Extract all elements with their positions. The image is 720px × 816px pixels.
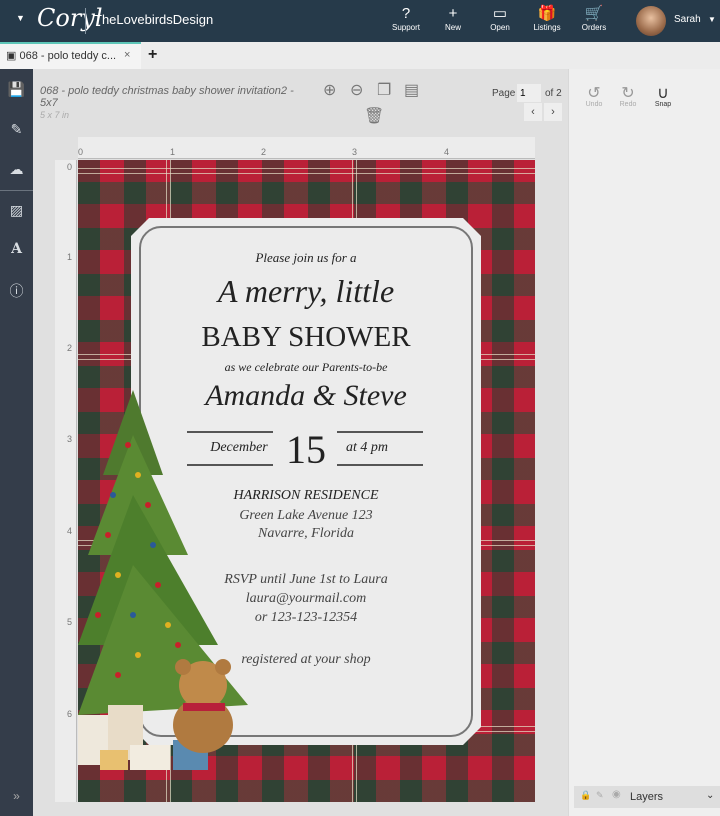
divider — [337, 464, 423, 466]
nav-label: Orders — [581, 23, 607, 32]
snap-label: Snap — [654, 101, 672, 108]
image-icon[interactable]: ▨ — [0, 202, 33, 219]
tab-label: 068 - polo teddy c... — [19, 50, 117, 62]
layers-label: Layers — [630, 791, 664, 803]
menu-dropdown-icon[interactable]: ▼ — [16, 13, 25, 23]
magnet-icon: ∪ — [657, 85, 669, 102]
ruler-label: 3 — [352, 147, 358, 157]
next-page-button[interactable]: › — [544, 103, 562, 121]
document-title: 068 - polo teddy christmas baby shower i… — [40, 85, 294, 109]
info-icon[interactable]: ⓘ — [0, 281, 33, 301]
script-title[interactable]: A merry, little — [131, 273, 481, 310]
trash-icon[interactable]: 🗑 — [364, 106, 384, 126]
new-file-icon: + — [448, 5, 458, 22]
gift-icon: 🎁 — [537, 5, 557, 22]
user-dropdown-icon[interactable]: ▼ — [708, 15, 716, 24]
top-bar: ▼ Coryl TheLovebirdsDesign ? Support + New… — [0, 0, 720, 42]
nav-label: Listings — [533, 23, 561, 32]
open-button[interactable]: ▭ Open — [480, 5, 520, 32]
date-day[interactable]: 15 — [271, 426, 341, 473]
page-label: Page — [492, 88, 516, 99]
ruler-label: 4 — [67, 526, 73, 536]
snap-button[interactable]: ∪ Snap — [648, 83, 678, 108]
ruler-label: 1 — [170, 147, 176, 157]
intro-text[interactable]: Please join us for a — [131, 250, 481, 266]
add-tab-button[interactable]: + — [148, 46, 157, 64]
page-count: of 2 — [545, 88, 562, 99]
user-name[interactable]: Sarah — [674, 14, 701, 25]
divider — [0, 190, 33, 191]
horizontal-ruler[interactable]: 0 1 2 3 4 — [78, 137, 535, 159]
question-circle-icon: ? — [401, 5, 411, 22]
shop-name: TheLovebirdsDesign — [94, 12, 214, 27]
logo[interactable]: Coryl — [37, 4, 103, 32]
subheading[interactable]: as we celebrate our Parents-to-be — [131, 360, 481, 375]
new-button[interactable]: + New — [433, 5, 473, 32]
tab-bar: ▣ 068 - polo teddy c... × + — [0, 42, 720, 69]
right-panel: ↺ Undo ↻ Redo ∪ Snap — [568, 69, 720, 816]
save-icon[interactable]: 💾 — [0, 81, 33, 98]
save-as-icon[interactable]: ✎ — [0, 121, 33, 138]
page-input[interactable] — [517, 84, 541, 102]
left-sidebar: 💾 ✎ ☁ ▨ A ⓘ » — [0, 69, 33, 816]
event-time[interactable]: at 4 pm — [337, 440, 397, 456]
image-file-icon: ▣ — [6, 50, 20, 62]
ruler-label: 5 — [67, 617, 73, 627]
prev-page-button[interactable]: ‹ — [524, 103, 542, 121]
ruler-label: 3 — [67, 434, 73, 444]
layers-panel-header[interactable]: 🔒 ✎ ◉ Layers ⌄ — [574, 786, 720, 808]
ruler-label: 2 — [67, 343, 73, 353]
nav-label: Support — [391, 23, 421, 32]
eye-icon[interactable]: ◉ — [612, 789, 621, 800]
ruler-label: 2 — [261, 147, 267, 157]
ruler-label: 4 — [444, 147, 450, 157]
divider — [337, 431, 423, 433]
christmas-tree-teddy-illustration[interactable] — [78, 385, 258, 802]
ruler-label: 6 — [67, 709, 73, 719]
zoom-out-icon[interactable]: ⊖ — [350, 80, 363, 100]
orders-button[interactable]: 🛒 Orders — [574, 5, 614, 32]
chevron-down-icon[interactable]: ⌄ — [706, 790, 714, 801]
zoom-in-icon[interactable]: ⊕ — [323, 80, 336, 100]
document-size: 5 x 7 in — [40, 110, 70, 120]
close-icon[interactable]: × — [124, 49, 130, 61]
divider — [85, 8, 86, 34]
ruler-label: 1 — [67, 252, 73, 262]
folder-icon: ▭ — [492, 5, 508, 22]
nav-label: Open — [490, 23, 510, 32]
cart-icon: 🛒 — [584, 5, 604, 22]
redo-icon: ↻ — [621, 85, 635, 102]
cloud-download-icon[interactable]: ☁ — [0, 161, 33, 178]
nav-label: New — [444, 23, 461, 32]
duplicate-page-icon[interactable]: ❐ — [377, 80, 391, 100]
text-icon[interactable]: A — [0, 241, 33, 257]
design-canvas[interactable]: Please join us for a A merry, little BAB… — [78, 160, 535, 802]
add-page-icon[interactable]: ▤ — [404, 80, 419, 100]
undo-icon: ↺ — [587, 85, 601, 102]
support-button[interactable]: ? Support — [386, 5, 426, 32]
undo-label: Undo — [585, 101, 603, 108]
pencil-icon[interactable]: ✎ — [596, 790, 604, 801]
vertical-ruler[interactable]: 0 1 2 3 4 5 6 — [55, 160, 77, 802]
undo-button[interactable]: ↺ Undo — [579, 83, 609, 108]
headline[interactable]: BABY SHOWER — [131, 321, 481, 354]
expand-icon[interactable]: » — [0, 789, 33, 803]
lock-icon[interactable]: 🔒 — [580, 790, 591, 801]
redo-label: Redo — [619, 101, 637, 108]
ruler-label: 0 — [78, 147, 84, 157]
ruler-label: 0 — [67, 162, 73, 172]
tab-document[interactable]: ▣ 068 - polo teddy c... × — [0, 42, 141, 69]
listings-button[interactable]: 🎁 Listings — [527, 5, 567, 32]
redo-button[interactable]: ↻ Redo — [613, 83, 643, 108]
avatar[interactable] — [636, 6, 666, 36]
